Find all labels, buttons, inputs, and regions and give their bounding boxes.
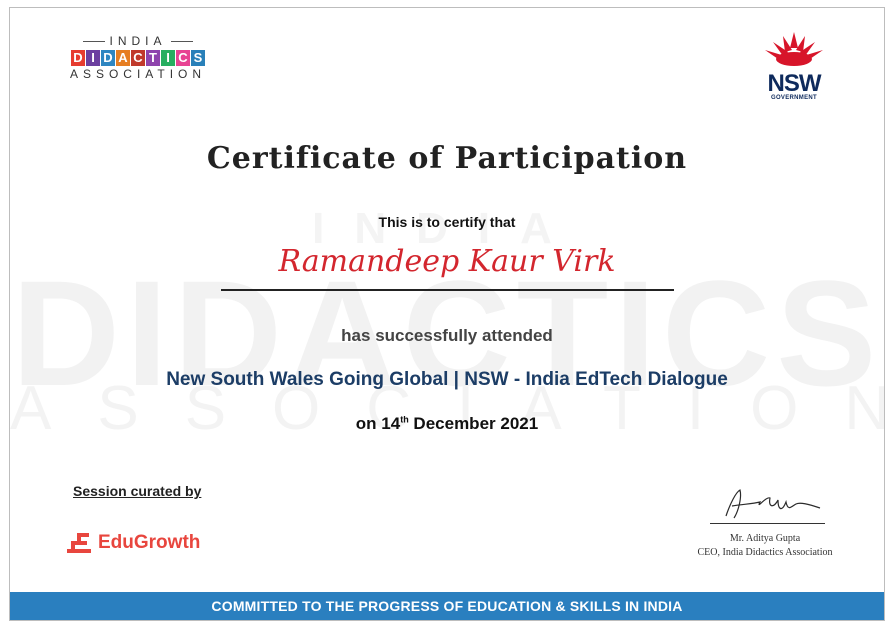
- date-rest: December 2021: [408, 414, 539, 433]
- logo-letter-block: I: [86, 50, 100, 66]
- logo-letter-block: C: [131, 50, 145, 66]
- certificate: INDIA DIDACTICS ASSOCIATION INDIA DIDACT…: [9, 7, 885, 621]
- signature-line: [710, 523, 825, 524]
- logo-letter-block: S: [191, 50, 205, 66]
- edugrowth-mark-icon: [67, 533, 91, 553]
- logo-letter-block: T: [146, 50, 160, 66]
- waratah-flower-icon: [765, 32, 823, 66]
- recipient-name: Ramandeep Kaur Virk: [278, 244, 616, 279]
- logo-bottom-text: ASSOCIATION: [69, 67, 207, 81]
- logo-letter-block: C: [176, 50, 190, 66]
- signature-image: [725, 489, 821, 519]
- footer-banner: COMMITTED TO THE PROGRESS OF EDUCATION &…: [10, 592, 884, 620]
- edugrowth-name: EduGrowth: [98, 532, 201, 553]
- india-didactics-logo: INDIA DIDACTICS ASSOCIATION: [50, 34, 226, 81]
- logo-dash-left: [83, 40, 106, 42]
- event-date: on 14th December 2021: [10, 414, 884, 434]
- logo-letter-blocks: DIDACTICS: [50, 50, 226, 66]
- certificate-title: Certificate of Participation: [206, 141, 688, 176]
- edugrowth-logo: EduGrowth: [67, 531, 200, 555]
- logo-letter-block: A: [116, 50, 130, 66]
- logo-letter-block: D: [71, 50, 85, 66]
- name-underline: [221, 289, 674, 291]
- nsw-government-text: GOVERNMENT: [770, 95, 817, 101]
- nsw-government-logo: NSW GOVERNMENT: [754, 30, 834, 101]
- certify-line: This is to certify that: [378, 214, 516, 230]
- logo-top-text: INDIA: [109, 34, 167, 48]
- nsw-word: NSW: [767, 70, 822, 97]
- date-prefix: on 14: [355, 414, 401, 433]
- event-title: New South Wales Going Global | NSW - Ind…: [166, 369, 728, 390]
- date-suffix: th: [400, 414, 409, 425]
- signatory-block: Mr. Aditya Gupta CEO, India Didactics As…: [670, 532, 860, 560]
- signatory-title: CEO, India Didactics Association: [697, 547, 833, 558]
- session-curated-label: Session curated by: [73, 483, 202, 499]
- attended-line: has successfully attended: [341, 326, 553, 345]
- logo-letter-block: I: [161, 50, 175, 66]
- logo-letter-block: D: [101, 50, 115, 66]
- signatory-name: Mr. Aditya Gupta: [729, 533, 801, 544]
- logo-dash-right: [170, 40, 193, 42]
